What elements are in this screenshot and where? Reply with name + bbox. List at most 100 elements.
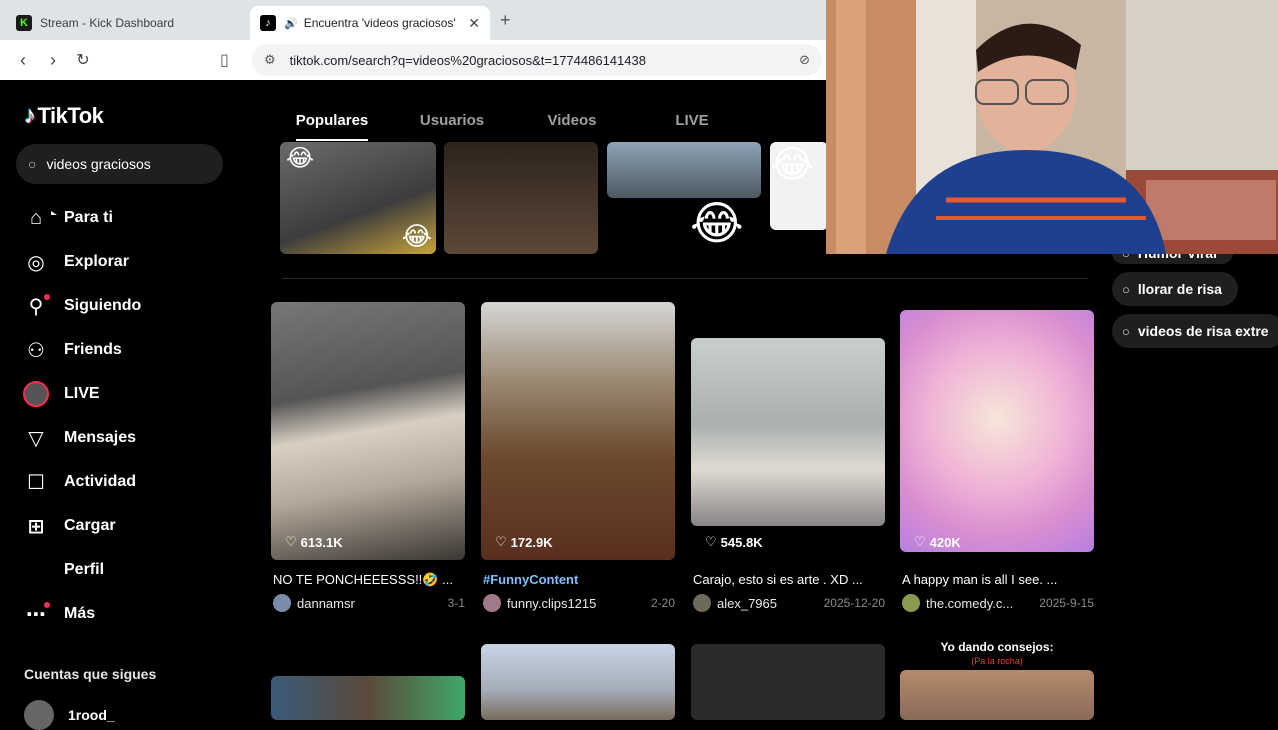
- address-bar[interactable]: ⚙ tiktok.com/search?q=videos%20graciosos…: [252, 44, 822, 76]
- browser-tab-tiktok[interactable]: ♪ 🔊 Encuentra 'videos graciosos' ✕: [250, 6, 490, 40]
- tracking-off-icon[interactable]: ⊘: [799, 52, 810, 68]
- related-search-chip[interactable]: ○ videos de risa extre: [1112, 314, 1278, 348]
- sidebar-item-live[interactable]: LIVE: [0, 372, 250, 416]
- video-thumbnail[interactable]: [444, 142, 598, 254]
- webcam-overlay: [826, 0, 1278, 254]
- video-caption[interactable]: Carajo, esto si es arte . XD ...: [693, 572, 883, 587]
- live-icon: [22, 380, 50, 408]
- search-icon: ○: [28, 156, 37, 172]
- close-tab-icon[interactable]: ✕: [468, 15, 480, 32]
- sidebar-item-label: Friends: [64, 341, 122, 358]
- tiktok-note-icon: ♪: [24, 102, 36, 129]
- forward-icon[interactable]: ›: [38, 50, 68, 71]
- video-date: 3-1: [447, 596, 465, 610]
- video-caption[interactable]: NO TE PONCHEEESSS!!🤣 ...: [273, 572, 463, 588]
- video-thumbnail[interactable]: [900, 670, 1094, 720]
- sidebar-item-perfil[interactable]: Perfil: [0, 548, 250, 592]
- tiktok-logo[interactable]: ♪ TikTok: [24, 102, 104, 130]
- video-thumbnail[interactable]: [271, 676, 465, 720]
- chip-label: llorar de risa: [1137, 281, 1222, 297]
- video-thumbnail[interactable]: [271, 302, 465, 560]
- like-count-value: 613.1K: [300, 534, 343, 550]
- previous-results-row: 😂 😂 😂 😂: [272, 142, 828, 256]
- sidebar-item-mas[interactable]: ⋯ Más: [0, 592, 250, 636]
- following-section-title: Cuentas que sigues: [24, 666, 157, 682]
- sidebar-item-friends[interactable]: ⚇ Friends: [0, 328, 250, 372]
- avatar[interactable]: [693, 594, 711, 612]
- tab-usuarios[interactable]: Usuarios: [392, 100, 512, 140]
- video-thumbnail[interactable]: 😂 😂: [280, 142, 436, 254]
- url-text[interactable]: tiktok.com/search?q=videos%20graciosos&t…: [290, 53, 799, 68]
- video-meta: dannamsr 3-1: [273, 594, 465, 612]
- like-count: ♡ 545.8K: [705, 534, 763, 550]
- sidebar-item-actividad[interactable]: ☐ Actividad: [0, 460, 250, 504]
- search-input[interactable]: ○ videos graciosos: [16, 144, 223, 184]
- avatar[interactable]: [483, 594, 501, 612]
- messages-icon: ▽: [28, 427, 44, 450]
- video-thumbnail[interactable]: [900, 310, 1094, 552]
- like-count: ♡ 420K: [914, 534, 961, 550]
- video-author[interactable]: dannamsr: [297, 596, 442, 611]
- tab-populares[interactable]: Populares: [272, 100, 392, 141]
- sidebar-item-cargar[interactable]: ⊞ Cargar: [0, 504, 250, 548]
- activity-icon: ☐: [27, 471, 45, 494]
- bookmark-icon[interactable]: ▯: [220, 50, 229, 70]
- video-caption-hashtag[interactable]: #FunnyContent: [483, 572, 673, 587]
- video-thumbnail[interactable]: [481, 302, 675, 560]
- video-author[interactable]: alex_7965: [717, 596, 818, 611]
- back-icon[interactable]: ‹: [8, 50, 38, 71]
- reload-icon[interactable]: ↻: [68, 50, 98, 70]
- video-thumbnail[interactable]: 😂: [770, 142, 828, 230]
- overlay-subtext: (Pa la rocha): [971, 656, 1023, 666]
- divider: [282, 278, 1088, 279]
- heart-icon: ♡: [495, 534, 507, 549]
- related-search-chip[interactable]: ○ llorar de risa: [1112, 272, 1238, 306]
- video-thumbnail[interactable]: [691, 644, 885, 720]
- heart-icon: ♡: [285, 534, 297, 549]
- video-author[interactable]: the.comedy.c...: [926, 596, 1033, 611]
- search-icon: ○: [1122, 281, 1130, 297]
- avatar[interactable]: [902, 594, 920, 612]
- video-date: 2-20: [650, 596, 675, 610]
- like-count: ♡ 172.9K: [495, 534, 553, 550]
- video-thumbnail[interactable]: [481, 644, 675, 720]
- sidebar-item-label: Explorar: [64, 253, 129, 270]
- sidebar-item-mensajes[interactable]: ▽ Mensajes: [0, 416, 250, 460]
- sidebar-item-siguiendo[interactable]: ⚲ Siguiendo: [0, 284, 250, 328]
- search-icon: ○: [1122, 323, 1130, 339]
- sidebar-item-label: Mensajes: [64, 429, 137, 446]
- browser-tab-kick[interactable]: K Stream - Kick Dashboard: [6, 6, 246, 40]
- following-account[interactable]: 1rood_: [24, 700, 115, 730]
- search-value[interactable]: videos graciosos: [46, 156, 150, 172]
- browser-toolbar: ‹ › ↻ ▯ ⚙ tiktok.com/search?q=videos%20g…: [0, 40, 826, 80]
- compass-icon: ◎: [27, 251, 45, 274]
- tab-live[interactable]: LIVE: [632, 100, 752, 140]
- video-caption[interactable]: A happy man is all I see. ...: [902, 572, 1092, 587]
- video-thumbnail[interactable]: [607, 142, 761, 198]
- video-author[interactable]: funny.clips1215: [507, 596, 645, 611]
- new-tab-icon[interactable]: +: [500, 10, 511, 31]
- notification-dot: [44, 602, 50, 608]
- notification-dot: [44, 294, 50, 300]
- avatar[interactable]: [273, 594, 291, 612]
- friends-icon: ⚇: [27, 339, 45, 362]
- video-thumbnail[interactable]: [691, 338, 885, 526]
- search-tabs: Populares Usuarios Videos LIVE: [272, 100, 752, 141]
- speaker-icon[interactable]: 🔊: [284, 17, 298, 30]
- sidebar-item-para-ti[interactable]: ⌂ Para ti: [0, 196, 250, 240]
- avatar: [24, 700, 54, 730]
- tab-title: Encuentra 'videos graciosos': [303, 16, 456, 30]
- chip-label: videos de risa extre: [1137, 323, 1269, 339]
- site-info-icon[interactable]: ⚙: [264, 52, 276, 68]
- sidebar-item-label: Actividad: [64, 473, 137, 490]
- laughing-emoji-icon: 😂: [690, 197, 744, 249]
- video-meta: funny.clips1215 2-20: [483, 594, 675, 612]
- profile-icon: [22, 556, 50, 584]
- sidebar-item-explorar[interactable]: ◎ Explorar: [0, 240, 250, 284]
- heart-icon: ♡: [914, 534, 926, 549]
- browser-tab-bar: K Stream - Kick Dashboard ♪ 🔊 Encuentra …: [0, 0, 826, 40]
- tab-videos[interactable]: Videos: [512, 100, 632, 140]
- sidebar-item-label: Cargar: [64, 517, 116, 534]
- following-username: 1rood_: [68, 707, 115, 723]
- like-count-value: 172.9K: [510, 534, 553, 550]
